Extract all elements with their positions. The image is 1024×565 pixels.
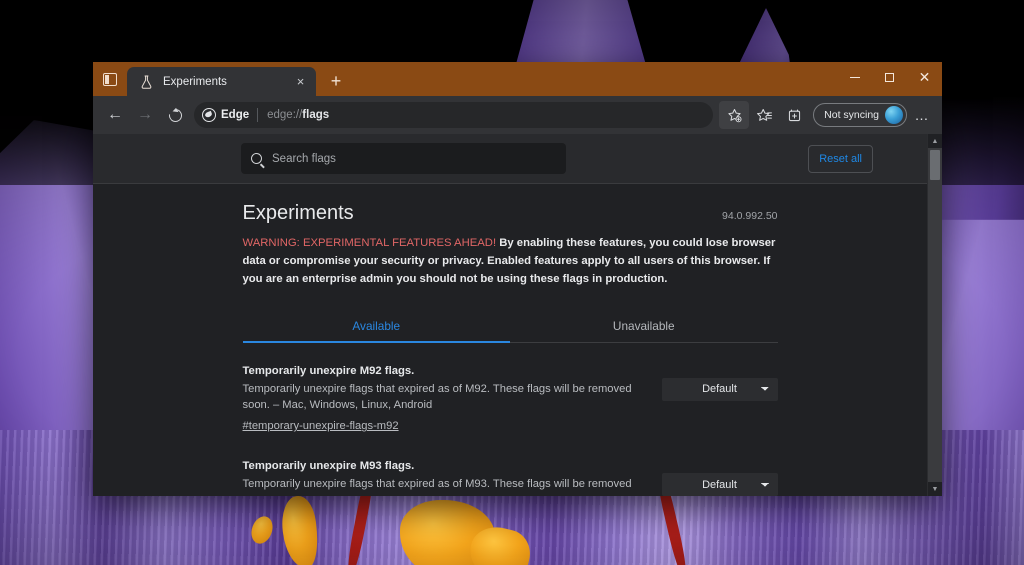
flags-content-column: Experiments 94.0.992.50 WARNING: EXPERIM… [243, 184, 778, 496]
tab-search-button[interactable] [93, 62, 127, 96]
collections-icon [787, 108, 802, 123]
reset-all-button[interactable]: Reset all [808, 145, 873, 173]
flags-header: Reset all [93, 134, 927, 184]
forward-button[interactable]: → [130, 100, 160, 130]
edge-logo-icon [202, 108, 216, 122]
url-text: edge://flags [267, 109, 329, 121]
minimize-button[interactable] [837, 62, 872, 92]
flag-entry: Temporarily unexpire M93 flags. Temporar… [243, 460, 778, 496]
profile-sync-label: Not syncing [824, 109, 879, 121]
flag-state-select[interactable]: Default Enabled Disabled [662, 473, 778, 496]
profile-sync-button[interactable]: Not syncing [813, 103, 907, 127]
url-bold: flags [302, 109, 329, 121]
tab-active-indicator [243, 341, 511, 343]
flag-select-wrap: Default Enabled Disabled [662, 365, 778, 401]
warning-lead: WARNING: EXPERIMENTAL FEATURES AHEAD! [243, 237, 497, 249]
page-title-row: Experiments 94.0.992.50 [243, 202, 778, 225]
page-content: Reset all Experiments 94.0.992.50 WARNIN… [93, 134, 927, 496]
flags-body: Experiments 94.0.992.50 WARNING: EXPERIM… [93, 184, 927, 496]
address-separator [257, 108, 258, 122]
tab-search-icon [103, 73, 117, 86]
window-controls: ✕ [837, 62, 942, 92]
flag-name: Temporarily unexpire M92 flags. [243, 365, 648, 377]
search-input[interactable] [272, 153, 556, 165]
version-label: 94.0.992.50 [722, 210, 777, 222]
favorites-list-button[interactable] [749, 101, 779, 129]
flag-description: Temporarily unexpire flags that expired … [243, 381, 648, 414]
tab-title: Experiments [163, 76, 292, 88]
page-title: Experiments [243, 202, 354, 225]
flag-entry: Temporarily unexpire M92 flags. Temporar… [243, 365, 778, 435]
titlebar-drag-region [350, 62, 837, 96]
avatar [885, 106, 903, 124]
minimize-icon [850, 77, 860, 78]
address-bar[interactable]: Edge edge://flags [194, 102, 713, 128]
site-identity-label: Edge [221, 109, 249, 121]
tab-close-button[interactable]: × [292, 73, 309, 90]
site-identity: Edge [202, 108, 257, 122]
collections-button[interactable] [779, 101, 809, 129]
tab-available[interactable]: Available [243, 309, 511, 342]
search-icon [251, 153, 262, 164]
reload-icon [166, 106, 184, 124]
scroll-up-button[interactable]: ▲ [928, 134, 942, 148]
browser-tab[interactable]: Experiments × [127, 67, 316, 96]
flag-description: Temporarily unexpire flags that expired … [243, 476, 648, 496]
warning-text: WARNING: EXPERIMENTAL FEATURES AHEAD! By… [243, 235, 778, 289]
search-flags-box[interactable] [241, 143, 566, 174]
maximize-icon [885, 73, 894, 82]
flask-icon [138, 74, 154, 90]
scrollbar-thumb[interactable] [930, 150, 940, 180]
flag-name: Temporarily unexpire M93 flags. [243, 460, 648, 472]
titlebar: Experiments × + ✕ [93, 62, 942, 96]
browser-window: Experiments × + ✕ ← → [93, 62, 942, 496]
reload-button[interactable] [160, 100, 190, 130]
page-viewport: Reset all Experiments 94.0.992.50 WARNIN… [93, 134, 942, 496]
star-add-icon [727, 108, 742, 123]
maximize-button[interactable] [872, 62, 907, 92]
flag-state-select[interactable]: Default Enabled Disabled [662, 378, 778, 401]
back-button[interactable]: ← [100, 100, 130, 130]
flag-permalink[interactable]: #temporary-unexpire-flags-m92 [243, 420, 399, 432]
new-tab-button[interactable]: + [322, 67, 350, 95]
tab-unavailable[interactable]: Unavailable [510, 309, 778, 342]
browser-toolbar: ← → Edge edge://flags [93, 96, 942, 134]
settings-and-more-button[interactable]: … [909, 101, 935, 129]
flag-select-wrap: Default Enabled Disabled [662, 460, 778, 496]
page-scrollbar[interactable]: ▲ ▼ [927, 134, 942, 496]
close-window-button[interactable]: ✕ [907, 62, 942, 92]
url-prefix: edge:// [267, 109, 302, 121]
flags-tabs: Available Unavailable [243, 309, 778, 343]
scroll-down-button[interactable]: ▼ [928, 482, 942, 496]
forward-arrow-icon: → [137, 107, 153, 123]
flag-text: Temporarily unexpire M92 flags. Temporar… [243, 365, 662, 435]
add-favorite-button[interactable] [719, 101, 749, 129]
flag-text: Temporarily unexpire M93 flags. Temporar… [243, 460, 662, 496]
scrollbar-track[interactable] [928, 148, 942, 482]
close-icon: ✕ [919, 70, 931, 84]
back-arrow-icon: ← [107, 107, 123, 123]
favorites-list-icon [757, 108, 772, 123]
